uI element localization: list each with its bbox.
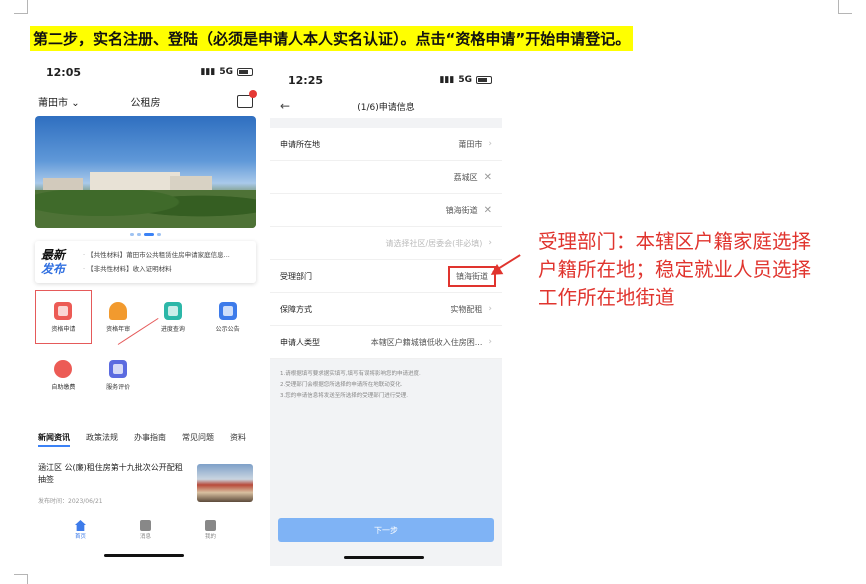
news-logo: 最新 发布 xyxy=(41,248,66,276)
service-announcements[interactable]: 公示公告 xyxy=(200,291,255,343)
form-notes: 1.请根据填写要求据实填写,填写有误将影响您的申请进度. 2.受理部门会根据您所… xyxy=(270,359,502,412)
applicant-type-label: 申请人类型 xyxy=(280,337,320,347)
service-annual-review[interactable]: 资格年审 xyxy=(91,291,146,343)
service-rating[interactable]: 服务评价 xyxy=(91,349,146,401)
network-label: 5G xyxy=(458,75,472,85)
form-title: (1/6)申请信息 xyxy=(357,102,415,113)
user-icon xyxy=(109,301,128,320)
status-time: 12:25 xyxy=(288,73,324,87)
note-line: 3.您的申请信息将发送至所选择的受理部门进行受理. xyxy=(280,393,408,399)
banner-image[interactable] xyxy=(35,116,256,228)
service-progress-query[interactable]: 进度查询 xyxy=(146,291,201,343)
article-thumbnail xyxy=(197,464,253,502)
location-label: 申请所在地 xyxy=(280,139,320,149)
announcement-icon xyxy=(218,301,237,320)
chevron-right-icon: › xyxy=(488,337,492,347)
department-row[interactable]: 受理部门 镇海街道 xyxy=(270,260,502,293)
location-row[interactable]: 申请所在地 莆田市 › xyxy=(270,128,502,161)
signal-icon: ▮▮▮ xyxy=(200,67,216,77)
note-line: 1.请根据填写要求据实填写,填写有误将影响您的申请进度. xyxy=(280,371,421,377)
yuan-icon xyxy=(54,359,73,378)
next-step-button[interactable]: 下一步 xyxy=(278,518,494,542)
network-label: 5G xyxy=(219,67,233,77)
battery-icon xyxy=(237,68,253,76)
status-bar: 12:25 ▮▮▮ 5G xyxy=(270,66,502,94)
street-value: 镇海街道 xyxy=(445,205,478,215)
location-value: 莆田市 xyxy=(458,139,483,149)
building-icon xyxy=(139,520,151,531)
app-title: 公租房 xyxy=(130,97,161,109)
search-doc-icon xyxy=(163,301,182,320)
district-row[interactable]: 荔城区 ✕ xyxy=(270,161,502,194)
annotation-text: 受理部门：本辖区户籍家庭选择户籍所在地；稳定就业人员选择工作所在地街道 xyxy=(538,230,812,309)
guarantee-label: 保障方式 xyxy=(280,304,312,314)
applicant-type-value: 本辖区户籍城镇低收入住房困... xyxy=(370,337,483,347)
page-corner-mark xyxy=(838,0,852,14)
nav-home[interactable]: 首页 xyxy=(74,520,86,540)
tab-materials[interactable]: 资料 xyxy=(230,432,246,447)
home-icon xyxy=(74,520,86,531)
guarantee-value: 实物配租 xyxy=(450,304,483,314)
tab-policy[interactable]: 政策法规 xyxy=(86,432,118,447)
nav-profile[interactable]: 我的 xyxy=(204,520,216,540)
note-line: 2.受理部门会根据您所选择的申请所在地联动变化. xyxy=(280,382,403,388)
page-corner-mark xyxy=(14,574,28,584)
news-tabs: 新闻资讯 政策法规 办事指南 常见问题 资料 xyxy=(28,432,263,447)
community-placeholder: 请选择社区/居委会(非必填) xyxy=(385,238,483,248)
chevron-right-icon: › xyxy=(488,139,492,149)
tab-faq[interactable]: 常见问题 xyxy=(182,432,214,447)
form-icon xyxy=(54,301,73,320)
home-indicator xyxy=(104,554,184,557)
app-header: 莆田市 ⌄ 公租房 xyxy=(28,86,263,116)
applicant-type-row[interactable]: 申请人类型 本辖区户籍城镇低收入住房困... › xyxy=(270,326,502,359)
district-value: 荔城区 xyxy=(453,172,478,182)
community-row[interactable]: 请选择社区/居委会(非必填) › xyxy=(270,227,502,260)
chevron-right-icon: › xyxy=(488,304,492,314)
status-time: 12:05 xyxy=(46,65,82,79)
chevron-right-icon: › xyxy=(488,238,492,248)
person-icon xyxy=(204,520,216,531)
tab-guide[interactable]: 办事指南 xyxy=(134,432,166,447)
banner-pagination xyxy=(28,228,263,239)
street-row[interactable]: 镇海街道 ✕ xyxy=(270,194,502,227)
department-value: 镇海街道 xyxy=(456,271,488,281)
service-qualification-apply[interactable]: 资格申请 xyxy=(35,290,92,344)
news-item[interactable]: 【共性材料】莆田市公共租赁住房申请家庭信息... xyxy=(83,248,230,262)
service-self-payment[interactable]: 自助缴费 xyxy=(36,349,91,401)
status-bar: 12:05 ▮▮▮ 5G xyxy=(28,58,263,86)
battery-icon xyxy=(476,76,492,84)
phone-screenshot-home: 12:05 ▮▮▮ 5G 莆田市 ⌄ 公租房 最新 发布 【共性材料】莆田市公共… xyxy=(28,58,263,566)
signal-icon: ▮▮▮ xyxy=(439,75,455,85)
tab-news[interactable]: 新闻资讯 xyxy=(38,432,70,447)
bottom-nav: 首页 消息 我的 xyxy=(28,514,263,546)
nav-messages[interactable]: 消息 xyxy=(139,520,151,540)
home-indicator xyxy=(344,556,424,559)
notification-dot xyxy=(249,89,257,98)
clear-icon[interactable]: ✕ xyxy=(484,205,492,216)
guarantee-row[interactable]: 保障方式 实物配租 › xyxy=(270,293,502,326)
application-form: 申请所在地 莆田市 › 荔城区 ✕ 镇海街道 ✕ 请选择社区/居委会(非必填) › 受理… xyxy=(270,128,502,359)
service-grid: 资格申请 资格年审 进度查询 公示公告 自助缴费 服务评价 xyxy=(28,290,263,401)
clear-icon[interactable]: ✕ xyxy=(484,172,492,183)
instruction-heading: 第二步，实名注册、登陆（必须是申请人本人实名认证）。点击“资格申请”开始申请登记… xyxy=(30,26,634,51)
department-label: 受理部门 xyxy=(280,271,312,281)
news-ticker[interactable]: 最新 发布 【共性材料】莆田市公共租赁住房申请家庭信息... 【非共性材料】收入… xyxy=(35,241,256,283)
article-title: 涵江区 公(廉)租住房第十九批次公开配租抽签 xyxy=(38,463,183,484)
phone-screenshot-form: 12:25 ▮▮▮ 5G ← (1/6)申请信息 申请所在地 莆田市 › 荔城区 ✕… xyxy=(270,66,502,566)
page-corner-mark xyxy=(14,0,28,14)
message-icon[interactable] xyxy=(237,89,257,108)
news-article[interactable]: 涵江区 公(廉)租住房第十九批次公开配租抽签 发布时间：2023/06/21 xyxy=(38,462,253,514)
news-item[interactable]: 【非共性材料】收入证明材料 xyxy=(83,262,230,276)
rating-icon xyxy=(109,359,128,378)
form-header: ← (1/6)申请信息 xyxy=(270,94,502,118)
